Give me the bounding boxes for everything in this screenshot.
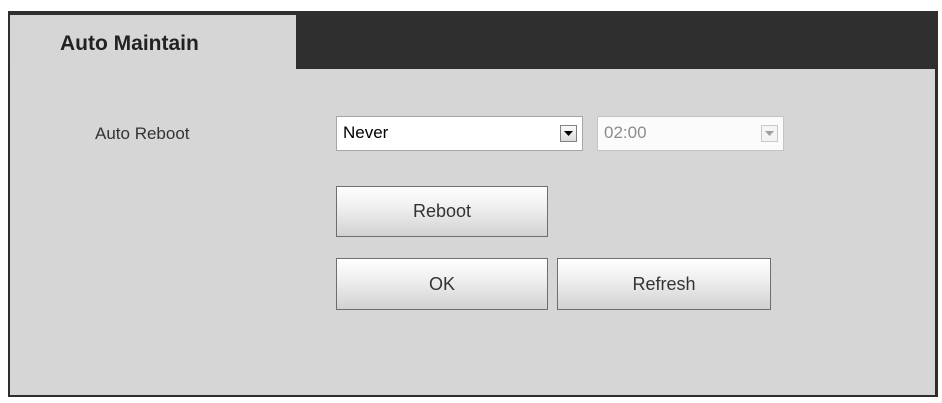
ok-button[interactable]: OK (336, 258, 548, 310)
reboot-button[interactable]: Reboot (336, 186, 548, 237)
auto-reboot-time-value: 02:00 (604, 123, 647, 142)
auto-reboot-time-select[interactable]: 02:00 (597, 116, 784, 151)
auto-reboot-frequency-value: Never (343, 123, 389, 142)
refresh-button[interactable]: Refresh (557, 258, 771, 310)
tab-strip: Auto Maintain (8, 11, 938, 69)
chevron-down-icon[interactable] (560, 125, 577, 142)
auto-reboot-label: Auto Reboot (95, 124, 190, 143)
auto-reboot-frequency-select[interactable]: Never (336, 116, 583, 151)
tab-auto-maintain-label: Auto Maintain (60, 32, 199, 55)
auto-maintain-panel: Auto Reboot Never 02:00 Reboot OK Refres… (10, 69, 935, 395)
auto-maintain-window: Auto Maintain Auto Reboot Never 02:00 Re… (8, 11, 938, 397)
chevron-down-icon[interactable] (761, 125, 778, 142)
tab-auto-maintain[interactable]: Auto Maintain (10, 15, 296, 69)
